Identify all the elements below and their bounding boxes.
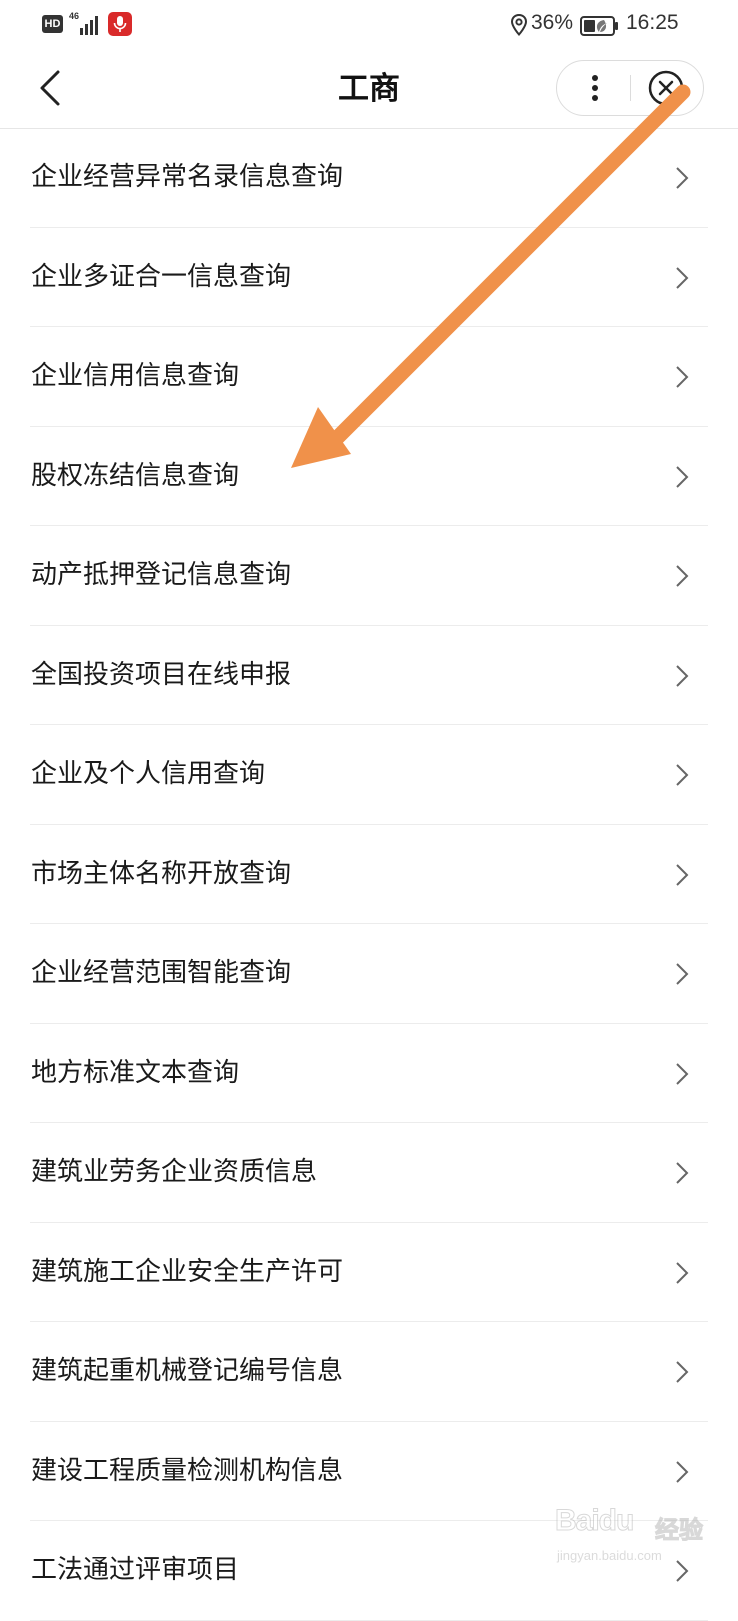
menu-item-label: 股权冻结信息查询 — [31, 460, 240, 491]
chevron-left-icon — [40, 70, 60, 106]
watermark-brand: Baidu — [554, 1504, 634, 1538]
menu-item-label: 地方标准文本查询 — [31, 1057, 240, 1088]
chevron-right-icon — [676, 565, 689, 587]
menu-item[interactable]: 市场主体名称开放查询 — [0, 825, 738, 925]
menu-item-label: 建筑起重机械登记编号信息 — [31, 1356, 344, 1386]
battery-icon — [580, 16, 618, 36]
back-button[interactable] — [28, 66, 72, 110]
chevron-right-icon — [676, 266, 689, 289]
menu-item-label: 企业及个人信用查询 — [31, 759, 266, 789]
chevron-right-icon — [676, 1460, 689, 1483]
menu-item[interactable]: 企业经营异常名录信息查询 — [0, 128, 738, 228]
service-menu-list: 企业经营异常名录信息查询 企业多证合一信息查询 企业信用信息查询 股权冻结信息查… — [0, 128, 738, 1621]
menu-item[interactable]: 企业经营范围智能查询 — [0, 924, 738, 1024]
menu-item[interactable]: 建筑起重机械登记编号信息 — [0, 1322, 738, 1422]
menu-item-label: 市场主体名称开放查询 — [31, 858, 292, 889]
menu-item[interactable]: 动产抵押登记信息查询 — [0, 526, 738, 626]
nav-bar: 工商 — [0, 52, 738, 129]
chevron-right-icon — [676, 1361, 689, 1383]
chevron-right-icon — [676, 1062, 689, 1085]
signal-icon — [80, 16, 98, 35]
close-button[interactable] — [632, 61, 704, 115]
chevron-right-icon — [676, 1261, 689, 1284]
menu-item[interactable]: 建筑施工企业安全生产许可 — [0, 1223, 738, 1323]
chevron-right-icon — [676, 863, 689, 886]
chevron-right-icon — [676, 366, 689, 388]
menu-item[interactable]: 股权冻结信息查询 — [0, 427, 738, 527]
page-title: 工商 — [338, 71, 400, 107]
chevron-right-icon — [676, 664, 689, 687]
menu-item-label: 建设工程质量检测机构信息 — [31, 1455, 344, 1486]
menu-item-label: 建筑施工企业安全生产许可 — [31, 1256, 344, 1287]
menu-item-label: 企业多证合一信息查询 — [31, 261, 292, 292]
menu-item-label: 企业经营范围智能查询 — [31, 958, 292, 988]
hd-badge: HD — [42, 15, 63, 33]
menu-item-label: 企业信用信息查询 — [31, 361, 240, 391]
location-icon — [510, 13, 528, 37]
chevron-right-icon — [676, 1162, 689, 1184]
menu-item[interactable]: 企业信用信息查询 — [0, 327, 738, 427]
clock: 16:25 — [626, 11, 679, 34]
chevron-right-icon — [676, 963, 689, 985]
chevron-right-icon — [676, 764, 689, 786]
menu-item[interactable]: 企业及个人信用查询 — [0, 725, 738, 825]
menu-item-label: 全国投资项目在线申报 — [31, 659, 292, 690]
baidu-jingyan-watermark: Baidu 经验 jingyan.baidu.com — [554, 1498, 735, 1578]
menu-item-label: 建筑业劳务企业资质信息 — [31, 1157, 318, 1187]
more-button[interactable] — [557, 61, 629, 115]
watermark-url: jingyan.baidu.com — [557, 1548, 662, 1563]
menu-item-label: 企业经营异常名录信息查询 — [31, 162, 344, 192]
capsule-divider — [630, 75, 631, 101]
watermark-jingyan: 经验 — [655, 1516, 704, 1545]
menu-item[interactable]: 建筑业劳务企业资质信息 — [0, 1123, 738, 1223]
menu-item-label: 工法通过评审项目 — [31, 1555, 240, 1585]
mic-icon — [108, 12, 132, 36]
chevron-right-icon — [676, 167, 689, 189]
menu-item[interactable]: 地方标准文本查询 — [0, 1024, 738, 1124]
menu-item[interactable]: 全国投资项目在线申报 — [0, 626, 738, 726]
chevron-right-icon — [676, 465, 689, 488]
mini-program-capsule — [556, 60, 704, 116]
close-circle-icon — [648, 70, 684, 106]
more-vertical-icon — [592, 75, 598, 101]
status-bar: HD 46 36% 16:25 — [0, 0, 738, 52]
menu-item-label: 动产抵押登记信息查询 — [31, 560, 292, 590]
menu-item[interactable]: 企业多证合一信息查询 — [0, 228, 738, 328]
battery-percent: 36% — [531, 11, 574, 34]
